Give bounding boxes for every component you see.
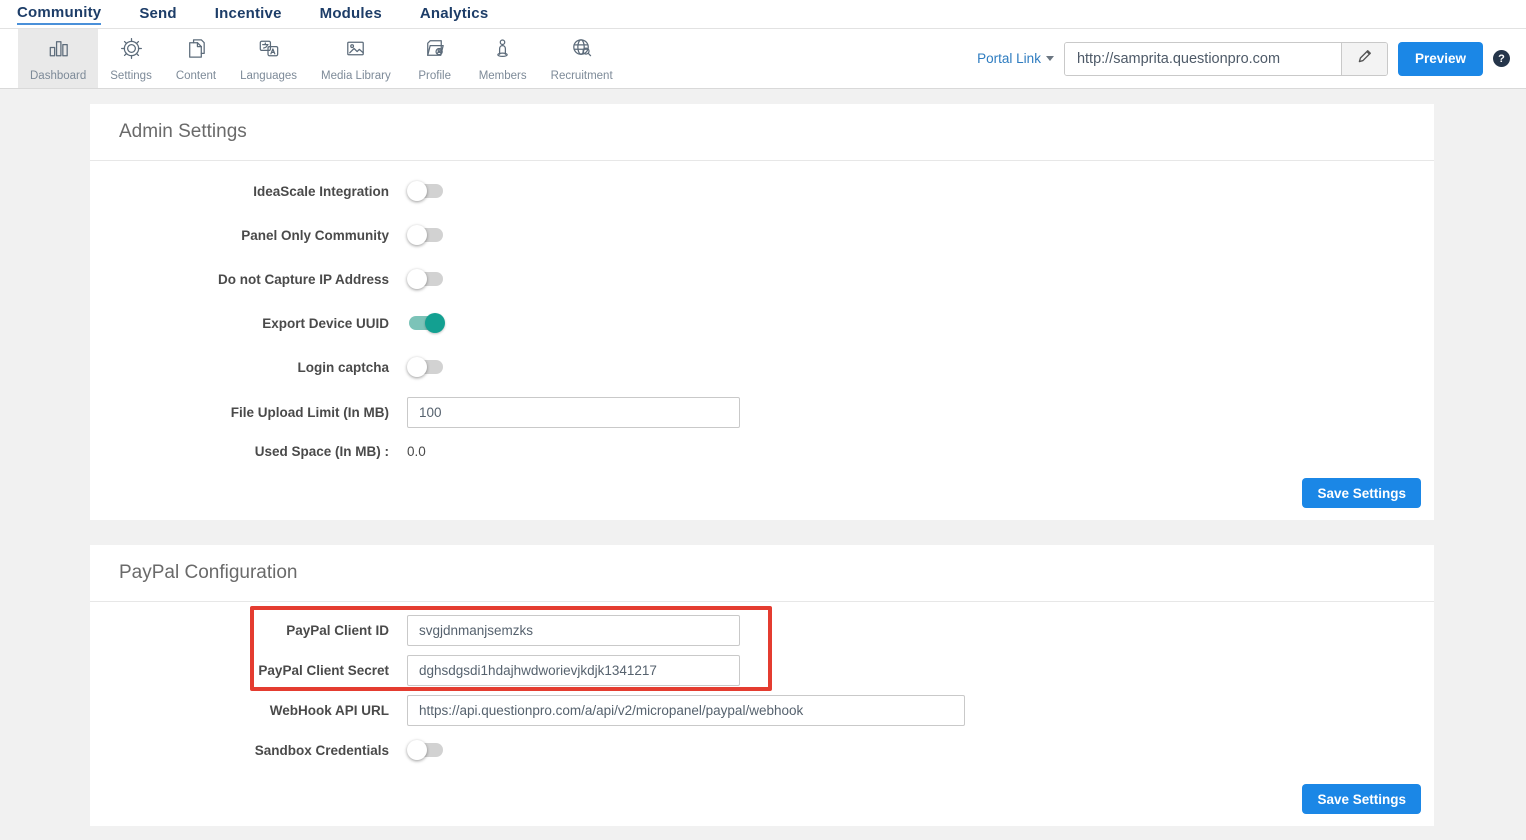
field-label: Do not Capture IP Address: [217, 271, 389, 287]
globe-search-icon: [568, 35, 595, 67]
row-webhook-api-url: WebHook API URL: [90, 690, 1434, 730]
tab-label: Content: [175, 70, 217, 82]
row-used-space: Used Space (In MB) : 0.0: [90, 436, 1434, 467]
row-paypal-client-secret: PayPal Client Secret: [90, 650, 1434, 690]
paypal-configuration-card: PayPal Configuration PayPal Client ID Pa…: [90, 545, 1434, 826]
admin-save-row: Save Settings: [90, 467, 1434, 508]
admin-settings-body: IdeaScale Integration Panel Only Communi…: [90, 161, 1434, 520]
pages-icon: [182, 35, 209, 67]
translate-icon: [255, 35, 282, 67]
row-sandbox-credentials: Sandbox Credentials: [90, 730, 1434, 770]
preview-button[interactable]: Preview: [1397, 41, 1483, 76]
paypal-client-secret-input[interactable]: [407, 654, 740, 686]
file-upload-limit-input[interactable]: [407, 397, 740, 428]
paypal-save-row: Save Settings: [90, 770, 1434, 814]
toolbar: Dashboard Settings Content Languages Med…: [0, 28, 1526, 89]
row-panel-only-community: Panel Only Community: [90, 213, 1434, 257]
row-paypal-client-id: PayPal Client ID: [90, 610, 1434, 650]
toolbar-tab-dashboard[interactable]: Dashboard: [18, 29, 99, 88]
nav-item-send[interactable]: Send: [139, 5, 176, 24]
row-do-not-capture-ip: Do not Capture IP Address: [90, 257, 1434, 301]
row-login-captcha: Login captcha: [90, 345, 1434, 389]
row-ideascale-integration: IdeaScale Integration: [90, 169, 1434, 213]
field-label: Login captcha: [297, 359, 389, 375]
gear-icon: [118, 35, 145, 67]
portal-link-dropdown[interactable]: Portal Link: [977, 51, 1054, 66]
nav-item-modules[interactable]: Modules: [320, 5, 382, 24]
toolbar-tab-settings[interactable]: Settings: [98, 29, 164, 88]
portal-link-label: Portal Link: [977, 51, 1041, 66]
used-space-value: 0.0: [407, 444, 426, 459]
nav-item-community[interactable]: Community: [17, 4, 102, 25]
toolbar-tab-profile[interactable]: Profile: [403, 29, 467, 88]
tab-label: Media Library: [321, 70, 391, 82]
toggle-knob: [407, 181, 427, 201]
paypal-body: PayPal Client ID PayPal Client Secret We…: [90, 602, 1434, 826]
tab-label: Members: [478, 70, 527, 82]
main-content: Admin Settings IdeaScale Integration Pan…: [0, 89, 1526, 826]
row-file-upload-limit: File Upload Limit (In MB): [90, 389, 1434, 436]
image-icon: [342, 35, 369, 67]
pencil-icon: [1356, 48, 1373, 70]
page-title-paypal-configuration: PayPal Configuration: [119, 562, 298, 583]
admin-save-settings-button[interactable]: Save Settings: [1302, 478, 1421, 508]
top-navigation: Community Send Incentive Modules Analyti…: [0, 0, 1526, 28]
field-label: Panel Only Community: [241, 227, 389, 243]
nav-item-incentive[interactable]: Incentive: [215, 5, 282, 24]
field-label: Export Device UUID: [262, 315, 389, 331]
admin-settings-card: Admin Settings IdeaScale Integration Pan…: [90, 104, 1434, 520]
person-icon: [489, 35, 516, 67]
tab-label: Settings: [110, 70, 152, 82]
toolbar-tab-content[interactable]: Content: [164, 29, 228, 88]
sandbox-credentials-toggle[interactable]: [407, 740, 443, 760]
panel-only-community-toggle[interactable]: [407, 225, 443, 245]
edit-url-button[interactable]: [1340, 42, 1387, 75]
login-captcha-toggle[interactable]: [407, 357, 443, 377]
toolbar-tab-recruitment[interactable]: Recruitment: [539, 29, 625, 88]
paypal-client-id-input[interactable]: [407, 614, 740, 646]
portal-url-input[interactable]: [1064, 42, 1341, 75]
field-label: IdeaScale Integration: [253, 183, 389, 199]
ideascale-integration-toggle[interactable]: [407, 181, 443, 201]
tab-label: Languages: [240, 70, 298, 82]
folder-person-icon: [421, 35, 448, 67]
chevron-down-icon: [1045, 56, 1054, 61]
toolbar-tab-media-library[interactable]: Media Library: [309, 29, 403, 88]
row-export-device-uuid: Export Device UUID: [90, 301, 1434, 345]
field-label: Sandbox Credentials: [254, 742, 389, 758]
portal-url-group: [1063, 41, 1388, 76]
toggle-knob: [407, 269, 427, 289]
admin-settings-header: Admin Settings: [90, 104, 1434, 161]
tab-label: Profile: [418, 70, 451, 82]
do-not-capture-ip-toggle[interactable]: [407, 269, 443, 289]
bar-chart-icon: [45, 35, 72, 67]
toggle-knob: [425, 313, 445, 333]
export-device-uuid-toggle[interactable]: [409, 313, 445, 333]
toolbar-right: Portal Link Preview ?: [977, 29, 1526, 88]
field-label: Used Space (In MB) :: [254, 444, 389, 459]
field-label: File Upload Limit (In MB): [230, 405, 389, 420]
help-icon[interactable]: ?: [1493, 50, 1510, 67]
field-label: PayPal Client Secret: [258, 662, 389, 678]
toolbar-tab-members[interactable]: Members: [467, 29, 539, 88]
toggle-knob: [407, 225, 427, 245]
tab-label: Dashboard: [30, 70, 87, 82]
field-label: WebHook API URL: [269, 702, 389, 718]
toggle-knob: [407, 357, 427, 377]
webhook-api-url-input[interactable]: [407, 694, 965, 726]
page-title-admin-settings: Admin Settings: [119, 121, 247, 142]
toolbar-tab-languages[interactable]: Languages: [228, 29, 309, 88]
paypal-save-settings-button[interactable]: Save Settings: [1302, 784, 1421, 814]
tab-label: Recruitment: [550, 70, 613, 82]
field-label: PayPal Client ID: [286, 622, 389, 638]
paypal-header: PayPal Configuration: [90, 545, 1434, 602]
nav-item-analytics[interactable]: Analytics: [420, 5, 489, 24]
toggle-knob: [407, 740, 427, 760]
